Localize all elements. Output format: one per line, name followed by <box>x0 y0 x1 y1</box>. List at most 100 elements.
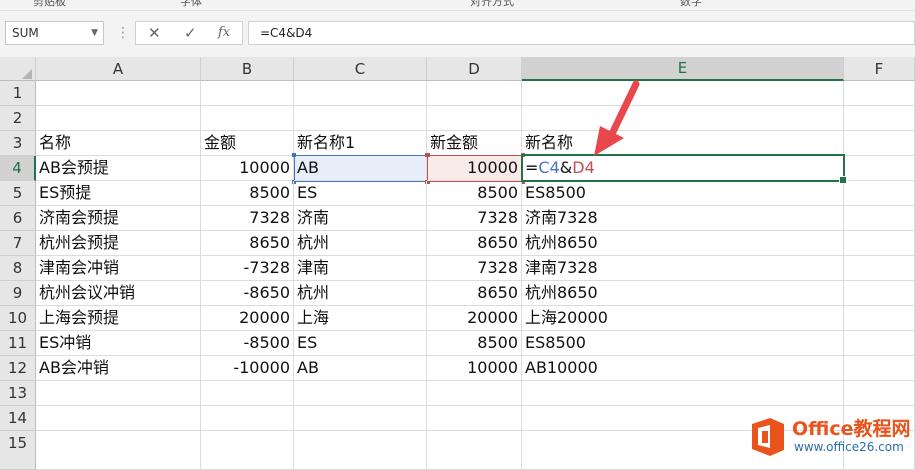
cell-c7[interactable]: 杭州 <box>294 231 427 256</box>
cell-d11[interactable]: 8500 <box>427 331 522 356</box>
cell-c9[interactable]: 杭州 <box>294 281 427 306</box>
cell-a9[interactable]: 杭州会议冲销 <box>36 281 201 306</box>
cell-e3[interactable]: 新名称 <box>522 131 844 156</box>
office-logo-icon <box>752 418 784 456</box>
cell-c3[interactable]: 新名称1 <box>294 131 427 156</box>
cell-d7[interactable]: 8650 <box>427 231 522 256</box>
row-header[interactable]: 5 <box>0 181 36 206</box>
cell-c11[interactable]: ES <box>294 331 427 356</box>
column-header-c[interactable]: C <box>294 57 427 81</box>
cell-b5[interactable]: 8500 <box>201 181 294 206</box>
cell-c12[interactable]: AB <box>294 356 427 381</box>
cell-c10[interactable]: 上海 <box>294 306 427 331</box>
name-box[interactable]: SUM ▼ <box>5 21 104 45</box>
ribbon-group-label: 字体 <box>180 0 202 8</box>
enter-check-icon[interactable]: ✓ <box>184 24 197 42</box>
cell-a8[interactable]: 津南会冲销 <box>36 256 201 281</box>
cell-c8[interactable]: 津南 <box>294 256 427 281</box>
row-header[interactable]: 14 <box>0 406 36 431</box>
row-header[interactable]: 12 <box>0 356 36 381</box>
cell-b10[interactable]: 20000 <box>201 306 294 331</box>
cell-c5[interactable]: ES <box>294 181 427 206</box>
cell-b3[interactable]: 金额 <box>201 131 294 156</box>
cell-a4[interactable]: AB会预提 <box>36 156 201 181</box>
column-header-a[interactable]: A <box>36 57 201 81</box>
formula-bar: SUM ▼ ⋮ ✕ ✓ fx =C4&D4 <box>0 11 915 57</box>
cell-e8[interactable]: 津南7328 <box>522 256 844 281</box>
row-header[interactable]: 7 <box>0 231 36 256</box>
formula-input[interactable]: =C4&D4 <box>248 21 915 45</box>
active-cell-selection <box>521 154 847 184</box>
cell-a5[interactable]: ES预提 <box>36 181 201 206</box>
cell-a12[interactable]: AB会冲销 <box>36 356 201 381</box>
cell-d3[interactable]: 新金额 <box>427 131 522 156</box>
row-header[interactable]: 15 <box>0 431 36 470</box>
cell-a3[interactable]: 名称 <box>36 131 201 156</box>
row-header[interactable]: 10 <box>0 306 36 331</box>
row-header[interactable]: 1 <box>0 81 36 106</box>
row-header[interactable]: 9 <box>0 281 36 306</box>
cell-f4[interactable] <box>844 156 915 181</box>
cell-d6[interactable]: 7328 <box>427 206 522 231</box>
select-all-corner[interactable] <box>0 57 36 81</box>
row-header[interactable]: 11 <box>0 331 36 356</box>
cell-d8[interactable]: 7328 <box>427 256 522 281</box>
cell-f10[interactable] <box>844 306 915 331</box>
cell-d4[interactable]: 10000 <box>427 156 522 181</box>
cell-b8[interactable]: -7328 <box>201 256 294 281</box>
cell-a6[interactable]: 济南会预提 <box>36 206 201 231</box>
cell-e7[interactable]: 杭州8650 <box>522 231 844 256</box>
cell-f3[interactable] <box>844 131 915 156</box>
cell-e6[interactable]: 济南7328 <box>522 206 844 231</box>
cell-a11[interactable]: ES冲销 <box>36 331 201 356</box>
cell-c4[interactable]: AB <box>294 156 427 181</box>
cell-a10[interactable]: 上海会预提 <box>36 306 201 331</box>
cell-f9[interactable] <box>844 281 915 306</box>
column-header-d[interactable]: D <box>427 57 522 81</box>
cell-e10[interactable]: 上海20000 <box>522 306 844 331</box>
chevron-down-icon[interactable]: ▼ <box>91 22 98 44</box>
insert-function-icon[interactable]: fx <box>218 25 230 40</box>
cell-e12[interactable]: AB10000 <box>522 356 844 381</box>
cell-a7[interactable]: 杭州会预提 <box>36 231 201 256</box>
row-header[interactable]: 3 <box>0 131 36 156</box>
cell-e11[interactable]: ES8500 <box>522 331 844 356</box>
cell-f12[interactable] <box>844 356 915 381</box>
cell-b9[interactable]: -8650 <box>201 281 294 306</box>
office26-watermark: Office教程网 www.office26.com <box>748 412 911 464</box>
ribbon-group-label: 对齐方式 <box>470 0 514 8</box>
watermark-brand: Office教程网 <box>792 418 911 440</box>
cell-c6[interactable]: 济南 <box>294 206 427 231</box>
cell-d12[interactable]: 10000 <box>427 356 522 381</box>
cell-f7[interactable] <box>844 231 915 256</box>
cell-d5[interactable]: 8500 <box>427 181 522 206</box>
cell-b12[interactable]: -10000 <box>201 356 294 381</box>
cell-f6[interactable] <box>844 206 915 231</box>
cell-b6[interactable]: 7328 <box>201 206 294 231</box>
cell-b4[interactable]: 10000 <box>201 156 294 181</box>
cancel-icon[interactable]: ✕ <box>148 24 161 42</box>
ribbon-strip: 剪贴板 字体 对齐方式 数字 <box>0 0 915 11</box>
row-header[interactable]: 4 <box>0 156 36 181</box>
row-header[interactable]: 2 <box>0 106 36 131</box>
formula-buttons: ✕ ✓ fx <box>135 21 243 45</box>
fill-handle[interactable] <box>839 176 847 184</box>
cell-b11[interactable]: -8500 <box>201 331 294 356</box>
cell-e5[interactable]: ES8500 <box>522 181 844 206</box>
column-header-e[interactable]: E <box>522 57 844 81</box>
name-box-value: SUM <box>12 26 39 40</box>
cell-e9[interactable]: 杭州8650 <box>522 281 844 306</box>
cell-d10[interactable]: 20000 <box>427 306 522 331</box>
cell-b7[interactable]: 8650 <box>201 231 294 256</box>
row-header[interactable]: 13 <box>0 381 36 406</box>
cell-f5[interactable] <box>844 181 915 206</box>
row-header[interactable]: 8 <box>0 256 36 281</box>
column-header-f[interactable]: F <box>844 57 915 81</box>
cell-d9[interactable]: 8650 <box>427 281 522 306</box>
drag-handle-icon[interactable]: ⋮ <box>116 25 130 41</box>
cell-f8[interactable] <box>844 256 915 281</box>
row-header[interactable]: 6 <box>0 206 36 231</box>
column-header-b[interactable]: B <box>201 57 294 81</box>
cell-f11[interactable] <box>844 331 915 356</box>
annotation-arrow-icon <box>594 80 640 156</box>
